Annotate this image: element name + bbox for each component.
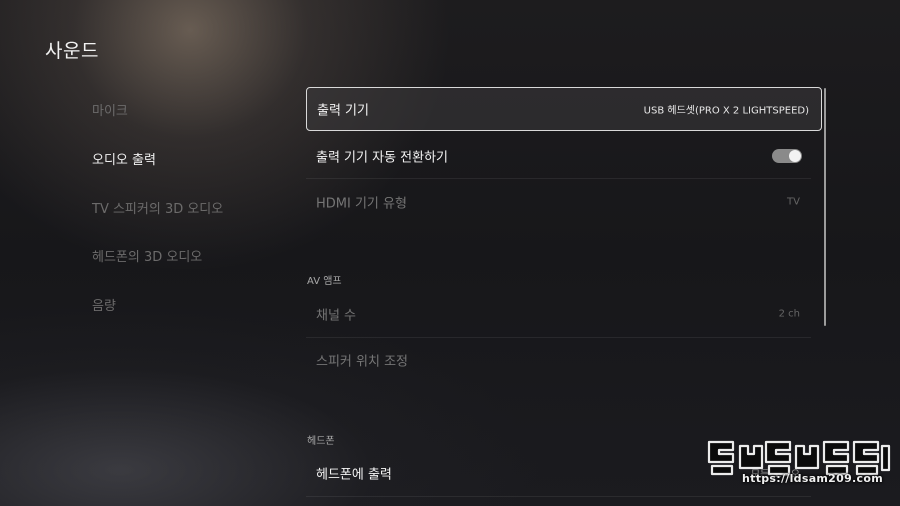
speaker-position-label: 스피커 위치 조정: [316, 354, 408, 370]
speaker-position-row[interactable]: 스피커 위치 조정: [306, 338, 812, 382]
channels-label: 채널 수: [316, 308, 357, 324]
hdmi-type-label: HDMI 기기 유형: [316, 196, 407, 212]
channels-row[interactable]: 채널 수 2 ch: [306, 292, 812, 336]
page-title: 사운드: [45, 40, 99, 62]
hdmi-type-value: TV: [787, 196, 800, 208]
sidebar-item-headphone-3d-audio[interactable]: 헤드폰의 3D 오디오: [92, 246, 202, 265]
output-device-row[interactable]: 출력 기기 USB 헤드셋(PRO X 2 LIGHTSPEED): [306, 87, 822, 131]
auto-switch-label: 출력 기기 자동 전환하기: [316, 150, 448, 166]
toggle-knob: [789, 150, 801, 162]
sidebar-item-tv-speaker-3d-audio[interactable]: TV 스피커의 3D 오디오: [92, 198, 223, 217]
hdmi-type-row[interactable]: HDMI 기기 유형 TV: [306, 180, 812, 224]
output-device-value: USB 헤드셋(PRO X 2 LIGHTSPEED): [643, 105, 809, 117]
auto-switch-toggle[interactable]: [772, 149, 802, 163]
sidebar-item-volume[interactable]: 음량: [92, 295, 116, 314]
output-device-label: 출력 기기: [317, 103, 369, 119]
watermark: https://ldsam209.com: [706, 438, 892, 502]
headphones-header: 헤드폰: [307, 436, 335, 447]
headphone-output-label: 헤드폰에 출력: [316, 467, 392, 483]
sidebar-item-audio-output[interactable]: 오디오 출력: [92, 149, 156, 168]
sidebar-item-microphone[interactable]: 마이크: [92, 100, 128, 119]
channels-value: 2 ch: [778, 308, 800, 320]
divider: [306, 178, 811, 179]
auto-switch-row[interactable]: 출력 기기 자동 전환하기: [306, 134, 812, 178]
watermark-url: https://ldsam209.com: [742, 472, 883, 485]
av-amp-header: AV 앰프: [307, 276, 342, 287]
scrollbar[interactable]: [824, 88, 826, 326]
